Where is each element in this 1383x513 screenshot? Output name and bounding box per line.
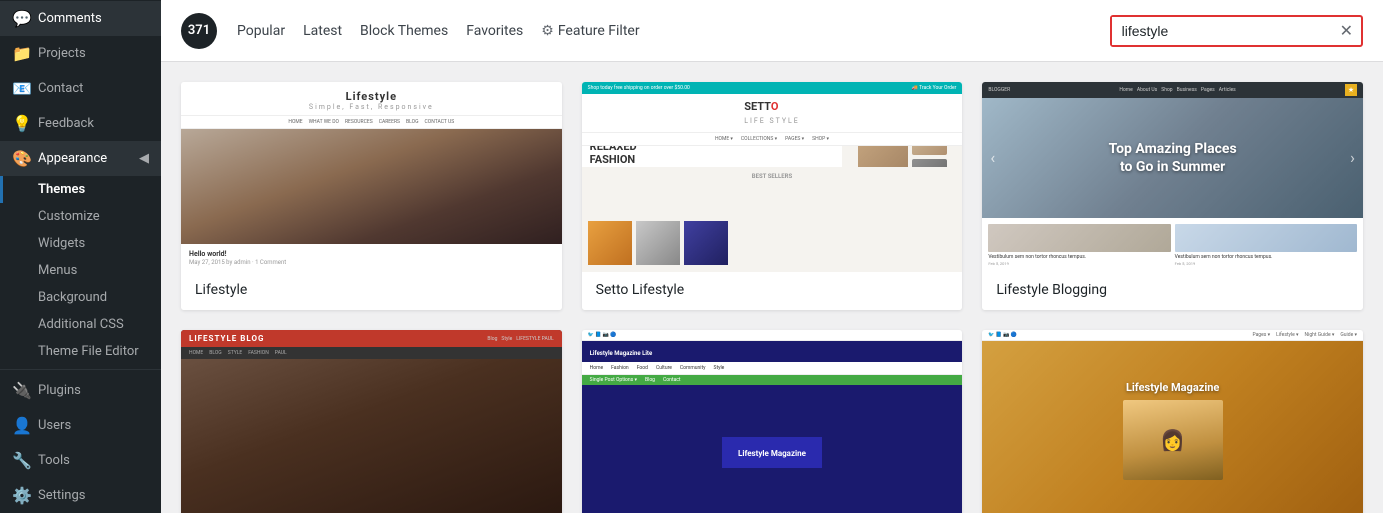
theme-label-setto: Setto Lifestyle [582, 272, 963, 310]
theme-row-2: LIFESTYLE BLOG Blog Style LIFESTYLE PAUL… [181, 330, 1363, 513]
sidebar-item-settings[interactable]: ⚙️ Settings [0, 478, 161, 513]
sidebar-sub-label: Background [38, 290, 107, 305]
theme-thumbnail-lifestyle-blog: LIFESTYLE BLOG Blog Style LIFESTYLE PAUL… [181, 330, 562, 513]
sidebar-sub-label: Additional CSS [38, 317, 124, 332]
sidebar-sub-label: Themes [38, 182, 85, 197]
contact-icon: 📧 [12, 79, 30, 98]
theme-card-lifestyle-magazine-lite[interactable]: 🐦 📘 📷 🔵 Lifestyle Magazine Lite HomeFash… [582, 330, 963, 513]
nav-favorites[interactable]: Favorites [466, 19, 523, 43]
sidebar-sub-label: Theme File Editor [38, 344, 139, 359]
projects-icon: 📁 [12, 44, 30, 63]
settings-icon: ⚙️ [12, 486, 30, 505]
theme-row-1: Lifestyle Simple, Fast, Responsive HOMEW… [181, 82, 1363, 310]
sidebar-item-theme-file-editor[interactable]: Theme File Editor [0, 338, 161, 365]
appearance-icon: 🎨 [12, 149, 30, 168]
nav-latest[interactable]: Latest [303, 19, 342, 43]
tools-icon: 🔧 [12, 451, 30, 470]
sidebar-item-comments[interactable]: 💬 Comments [0, 1, 161, 36]
theme-card-lifestyle-blogging[interactable]: BLOGGER Home About Us Shop Business Page… [982, 82, 1363, 310]
chevron-right-icon: ◀ [139, 151, 149, 166]
comments-icon: 💬 [12, 9, 30, 28]
theme-thumbnail-setto: Shop today free shipping on order over $… [582, 82, 963, 272]
theme-grid: Lifestyle Simple, Fast, Responsive HOMEW… [161, 62, 1383, 513]
sidebar-item-label: Settings [38, 488, 85, 503]
sidebar-item-label: Comments [38, 11, 102, 26]
search-clear-button[interactable]: ✕ [1332, 17, 1361, 45]
sidebar-sub-label: Customize [38, 209, 100, 224]
sidebar-item-background[interactable]: Background [0, 284, 161, 311]
sidebar-item-appearance[interactable]: 🎨 Appearance ◀ [0, 141, 161, 176]
sidebar-sub-label: Menus [38, 263, 77, 278]
sidebar-item-label: Projects [38, 46, 86, 61]
theme-card-setto-lifestyle[interactable]: Shop today free shipping on order over $… [582, 82, 963, 310]
users-icon: 👤 [12, 416, 30, 435]
sidebar-item-themes[interactable]: Themes [0, 176, 161, 203]
sidebar: 💬 Comments 📁 Projects 📧 Contact 💡 Feedba… [0, 0, 161, 513]
nav-popular[interactable]: Popular [237, 19, 285, 43]
sidebar-item-projects[interactable]: 📁 Projects [0, 36, 161, 71]
search-wrap: ✕ [1110, 15, 1363, 47]
sidebar-item-widgets[interactable]: Widgets [0, 230, 161, 257]
theme-card-lifestyle[interactable]: Lifestyle Simple, Fast, Responsive HOMEW… [181, 82, 562, 310]
feature-filter-label: Feature Filter [558, 23, 640, 39]
toolbar-nav: Popular Latest Block Themes Favorites ⚙ … [237, 19, 1090, 43]
sidebar-item-additional-css[interactable]: Additional CSS [0, 311, 161, 338]
theme-label-lifestyle: Lifestyle [181, 272, 562, 310]
theme-card-lifestyle-blog[interactable]: LIFESTYLE BLOG Blog Style LIFESTYLE PAUL… [181, 330, 562, 513]
sidebar-item-customize[interactable]: Customize [0, 203, 161, 230]
nav-block-themes[interactable]: Block Themes [360, 19, 448, 43]
sidebar-item-contact[interactable]: 📧 Contact [0, 71, 161, 106]
feedback-icon: 💡 [12, 114, 30, 133]
gear-icon: ⚙ [541, 23, 554, 39]
main-content: 371 Popular Latest Block Themes Favorite… [161, 0, 1383, 513]
theme-thumbnail-magazine-lite: 🐦 📘 📷 🔵 Lifestyle Magazine Lite HomeFash… [582, 330, 963, 513]
sidebar-sub-label: Widgets [38, 236, 85, 251]
toolbar: 371 Popular Latest Block Themes Favorite… [161, 0, 1383, 62]
sidebar-item-plugins[interactable]: 🔌 Plugins [0, 373, 161, 408]
sidebar-item-label: Users [38, 418, 71, 433]
sidebar-item-menus[interactable]: Menus [0, 257, 161, 284]
sidebar-item-users[interactable]: 👤 Users [0, 408, 161, 443]
sidebar-item-tools[interactable]: 🔧 Tools [0, 443, 161, 478]
sidebar-appearance-label: Appearance [38, 151, 107, 166]
sidebar-item-label: Plugins [38, 383, 81, 398]
theme-thumbnail-magazine: 🐦 📘 📷 🔵 Pages ▾ Lifestyle ▾ Night Guide … [982, 330, 1363, 513]
nav-feature-filter[interactable]: ⚙ Feature Filter [541, 19, 639, 43]
search-input[interactable] [1112, 17, 1332, 45]
sidebar-item-feedback[interactable]: 💡 Feedback [0, 106, 161, 141]
sidebar-item-label: Feedback [38, 116, 94, 131]
theme-card-lifestyle-magazine[interactable]: 🐦 📘 📷 🔵 Pages ▾ Lifestyle ▾ Night Guide … [982, 330, 1363, 513]
theme-count-badge: 371 [181, 13, 217, 49]
theme-thumbnail-lifestyle: Lifestyle Simple, Fast, Responsive HOMEW… [181, 82, 562, 272]
plugins-icon: 🔌 [12, 381, 30, 400]
theme-thumbnail-blogging: BLOGGER Home About Us Shop Business Page… [982, 82, 1363, 272]
sidebar-item-label: Tools [38, 453, 70, 468]
theme-label-blogging: Lifestyle Blogging [982, 272, 1363, 310]
sidebar-item-label: Contact [38, 81, 83, 96]
